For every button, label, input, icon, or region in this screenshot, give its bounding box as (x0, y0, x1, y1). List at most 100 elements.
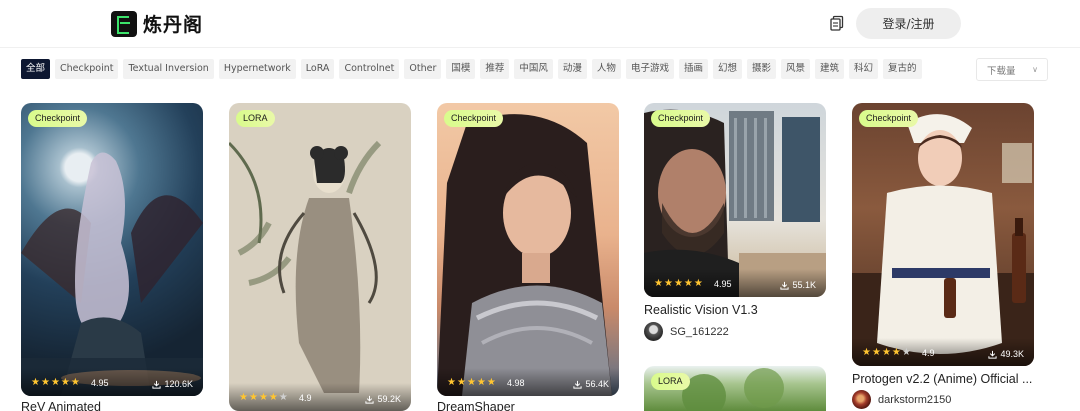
filter-chip[interactable]: 插画 (678, 59, 708, 79)
star-icon: ★ (476, 377, 486, 388)
star-rating: ★ ★ ★ ★ ★ (239, 392, 288, 403)
star-rating: ★ ★ ★ ★ ★ (654, 278, 703, 289)
download-count: 59.2K (365, 394, 401, 404)
star-icon: ★ (673, 278, 683, 289)
filter-chip[interactable]: 人物 (591, 59, 621, 79)
filter-chip[interactable]: 复古的 (883, 59, 922, 79)
card-artwork (644, 109, 826, 297)
card-artwork (21, 152, 203, 396)
download-count: 49.3K (988, 349, 1024, 359)
filter-chip[interactable]: 动漫 (557, 59, 587, 79)
filter-chip[interactable]: 建筑 (815, 59, 845, 79)
model-card[interactable]: Checkpoint ★ ★ ★ ★ ★ 4.9 49.3K (852, 103, 1034, 366)
star-icon: ★ (258, 392, 268, 403)
star-icon: ★ (663, 278, 673, 289)
avatar (852, 390, 871, 409)
download-value: 59.2K (377, 394, 401, 404)
star-rating: ★ ★ ★ ★ ★ (862, 347, 911, 358)
star-icon: ★ (70, 377, 80, 388)
card-artwork (437, 114, 612, 396)
author-link[interactable]: SG_161222 (644, 322, 729, 341)
card-artwork (852, 114, 1034, 366)
filter-chip[interactable]: 科幻 (849, 59, 879, 79)
download-icon (365, 395, 375, 404)
category-filter-bar: 全部 Checkpoint Textual Inversion Hypernet… (21, 59, 922, 79)
logo-mark-icon (111, 10, 137, 37)
model-card[interactable]: Checkpoint ★ ★ ★ ★ ★ 4.95 55.1K (644, 103, 826, 297)
model-title[interactable]: ReV Animated (21, 400, 203, 411)
filter-chip[interactable]: Hypernetwork (218, 59, 296, 79)
filter-chip[interactable]: 推荐 (480, 59, 510, 79)
star-icon: ★ (862, 347, 871, 358)
download-icon (780, 281, 790, 290)
star-icon: ★ (871, 347, 881, 358)
star-icon: ★ (486, 377, 496, 388)
model-type-badge: Checkpoint (651, 110, 711, 127)
filter-chip[interactable]: Other (404, 59, 442, 79)
star-rating: ★ ★ ★ ★ ★ (447, 377, 496, 388)
author-name: darkstorm2150 (878, 393, 952, 406)
star-icon: ★ (891, 347, 901, 358)
model-type-badge: LORA (236, 110, 275, 127)
star-icon: ★ (268, 392, 278, 403)
author-name: SG_161222 (670, 325, 729, 338)
filter-chip[interactable]: 全部 (21, 59, 51, 79)
author-link[interactable]: darkstorm2150 (852, 390, 951, 409)
copy-icon[interactable] (829, 15, 845, 31)
card-artwork (229, 140, 382, 393)
model-type-badge: Checkpoint (444, 110, 504, 127)
rating-value: 4.9 (299, 393, 312, 403)
filter-chip[interactable]: 幻想 (712, 59, 742, 79)
model-title[interactable]: Protogen v2.2 (Anime) Official ... (852, 372, 1035, 386)
rating-value: 4.98 (507, 378, 525, 388)
rating-value: 4.95 (91, 378, 109, 388)
filter-chip[interactable]: 中国风 (514, 59, 553, 79)
model-type-badge: LORA (651, 373, 690, 390)
star-icon: ★ (50, 377, 60, 388)
star-icon: ★ (447, 377, 456, 388)
rating-value: 4.9 (922, 348, 935, 358)
filter-chip[interactable]: Controlnet (339, 59, 400, 79)
star-icon: ★ (881, 347, 891, 358)
download-value: 120.6K (164, 379, 193, 389)
star-icon: ★ (31, 377, 40, 388)
model-card[interactable]: Checkpoint ★ ★ ★ ★ ★ 4.98 56.4K (437, 103, 619, 396)
download-count: 56.4K (573, 379, 609, 389)
rating-value: 4.95 (714, 279, 732, 289)
star-icon: ★ (654, 278, 663, 289)
download-count: 55.1K (780, 280, 816, 290)
model-title[interactable]: DreamShaper (437, 400, 619, 411)
model-card[interactable]: Checkpoint ★ ★ ★ ★ ★ 4.95 120.6K (21, 103, 203, 396)
filter-chip[interactable]: 国模 (446, 59, 476, 79)
filter-chip[interactable]: 摄影 (746, 59, 776, 79)
star-rating: ★ ★ ★ ★ ★ (31, 377, 80, 388)
star-icon: ★ (60, 377, 70, 388)
brand-logo[interactable]: 炼丹阁 (111, 10, 203, 37)
top-header: 炼丹阁 登录/注册 (0, 0, 1080, 48)
filter-chip[interactable]: 电子游戏 (625, 59, 674, 79)
filter-chip[interactable]: LoRA (300, 59, 335, 79)
model-card[interactable]: LORA (644, 366, 826, 411)
filter-chip[interactable]: Checkpoint (55, 59, 119, 79)
star-icon: ★ (466, 377, 476, 388)
download-value: 55.1K (792, 280, 816, 290)
download-icon (988, 350, 998, 359)
avatar (644, 322, 663, 341)
filter-chip[interactable]: 风景 (781, 59, 811, 79)
login-register-button[interactable]: 登录/注册 (856, 8, 961, 39)
download-icon (573, 380, 583, 389)
brand-name: 炼丹阁 (143, 14, 204, 36)
chevron-down-icon: ∨ (1032, 65, 1038, 74)
star-icon: ★ (683, 278, 693, 289)
filter-chip[interactable]: Textual Inversion (123, 59, 214, 79)
model-type-badge: Checkpoint (28, 110, 88, 127)
download-value: 56.4K (585, 379, 609, 389)
star-icon: ★ (456, 377, 466, 388)
download-value: 49.3K (1000, 349, 1024, 359)
download-count: 120.6K (152, 379, 193, 389)
star-icon: ★ (248, 392, 258, 403)
model-card[interactable]: LORA ★ ★ ★ ★ ★ 4.9 59.2K (229, 103, 411, 411)
model-title[interactable]: Realistic Vision V1.3 (644, 303, 826, 317)
star-icon: ★ (278, 392, 288, 403)
sort-select[interactable]: 下载量 ∨ (976, 58, 1048, 81)
